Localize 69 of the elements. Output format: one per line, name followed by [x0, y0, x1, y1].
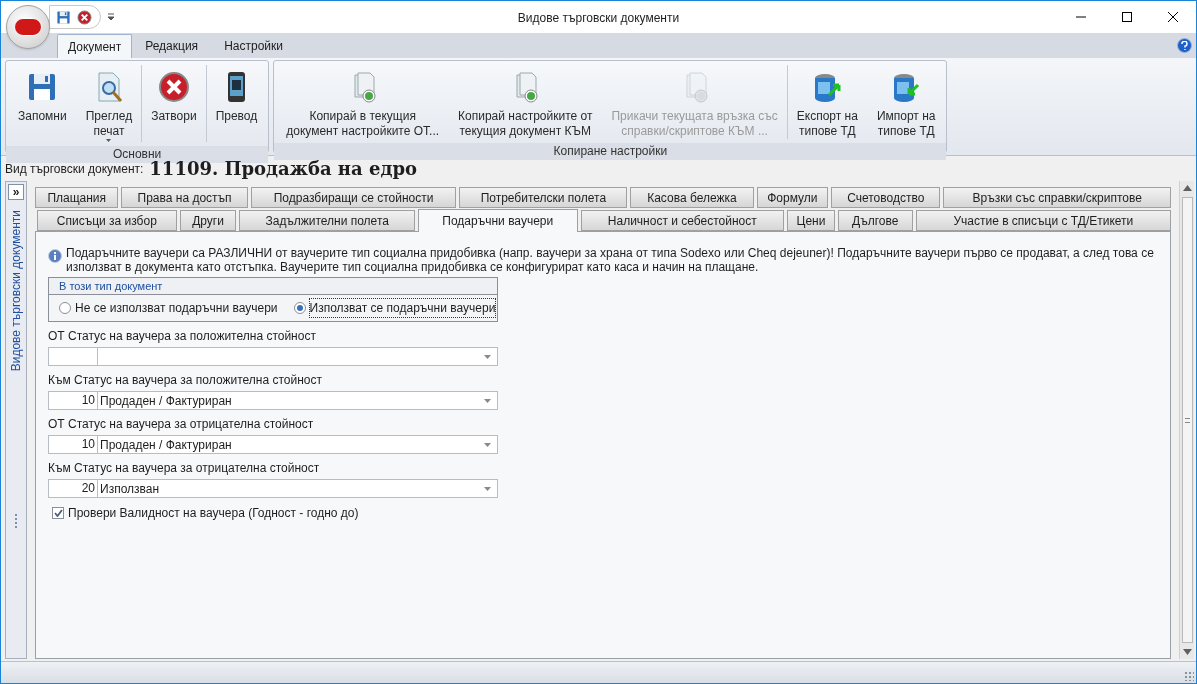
ribbon-button[interactable]: Затвори: [141, 65, 206, 142]
expand-panel-button[interactable]: »: [8, 184, 24, 200]
caret-icon: [106, 139, 112, 142]
scroll-up-icon[interactable]: [1182, 185, 1192, 191]
validity-checkbox-label: Провери Валидност на ваучера (Годност - годно до): [68, 505, 359, 522]
document-type-label: Вид търговски документ:: [5, 160, 144, 178]
dropdown-arrow-icon: [484, 398, 491, 403]
ribbon-tab[interactable]: Редакция: [132, 34, 212, 58]
ribbon-button[interactable]: Превод: [205, 65, 267, 142]
status-code-field[interactable]: 10: [48, 435, 98, 454]
ribbon-button[interactable]: Експорт на типове ТД: [786, 65, 867, 139]
window-title: Видове търговски документи: [517, 10, 680, 27]
ribbon-button[interactable]: Запомни: [8, 65, 76, 142]
grip-icon[interactable]: [14, 514, 18, 528]
status-code-field[interactable]: 10: [48, 391, 98, 410]
tab[interactable]: Подаръчни ваучери: [418, 209, 578, 232]
scroll-down-icon[interactable]: [1182, 649, 1192, 655]
resize-grip-icon[interactable]: [1184, 671, 1194, 681]
ribbon-tab[interactable]: Настройки: [211, 34, 296, 58]
status-code-field[interactable]: 20: [48, 479, 98, 498]
field-label: ОТ Статус на ваучера за отрицателна стойност: [48, 416, 315, 433]
info-text: Подаръчните ваучери са РАЗЛИЧНИ от ваучерите тип социална придобивка (напр. ваучери за храна от типа Sodexo или Cheq dejeuner)! Подаръчните ваучери първо се продават, а след това се използват в документа като отстъпка. Ваучерите тип социална придобивка се конфигурират като каса и начин на плащане.: [66, 246, 1155, 274]
tab[interactable]: Дългове: [837, 210, 913, 231]
field-label: Към Статус на ваучера за отрицателна стойност: [48, 460, 321, 477]
radio-button[interactable]: [293, 302, 306, 314]
tab[interactable]: Формули: [756, 187, 829, 208]
ribbon-button[interactable]: Преглед печат: [75, 65, 142, 142]
radio-button[interactable]: [59, 302, 71, 314]
status-code-field[interactable]: [48, 347, 98, 366]
tab[interactable]: Счетоводство: [831, 187, 941, 208]
ribbon-button[interactable]: Копирай настройките от текущия документ КЪМ: [448, 65, 602, 139]
tab[interactable]: Потребителски полета: [459, 187, 628, 208]
tab[interactable]: Касова бележка: [630, 187, 754, 208]
tab[interactable]: Права на достъп: [121, 187, 248, 208]
status-dropdown[interactable]: Използван: [98, 479, 498, 498]
toolbar-options-icon[interactable]: [107, 13, 115, 21]
ribbon-button[interactable]: Импорт на типове ТД: [866, 65, 945, 139]
tab[interactable]: Задължителни полета: [239, 210, 415, 231]
tab[interactable]: Списъци за избор: [37, 210, 177, 231]
ribbon-tab[interactable]: Документ: [57, 34, 133, 58]
ribbon-group-label: Копиране настройки: [274, 143, 947, 160]
scroll-thumb[interactable]: [1181, 197, 1193, 643]
close-icon[interactable]: [77, 9, 92, 25]
tab[interactable]: Наличност и себестойност: [580, 210, 784, 231]
dropdown-arrow-icon: [484, 354, 491, 359]
radio-label: Използват се подаръчни ваучери: [309, 299, 496, 317]
tab[interactable]: Други: [179, 210, 237, 231]
dropdown-arrow-icon: [484, 442, 491, 447]
status-dropdown[interactable]: Продаден / Фактуриран: [98, 435, 498, 454]
tab[interactable]: Цени: [787, 210, 835, 231]
tab[interactable]: Връзки със справки/скриптове: [943, 187, 1171, 208]
validity-checkbox[interactable]: [52, 507, 64, 519]
help-icon[interactable]: [1177, 38, 1192, 53]
status-dropdown[interactable]: Продаден / Фактуриран: [98, 391, 498, 410]
tab[interactable]: Подразбиращи се стойности: [250, 187, 457, 208]
ribbon-button[interactable]: Копирай в текущия документ настройките ОТ...: [276, 65, 449, 139]
tab[interactable]: Плащания: [35, 187, 119, 208]
vertical-scrollbar[interactable]: [1179, 181, 1194, 659]
radio-label: Не се използват подаръчни ваучери: [75, 300, 278, 317]
save-icon[interactable]: [56, 9, 71, 25]
app-logo-icon[interactable]: [6, 5, 50, 49]
close-icon: [157, 71, 190, 103]
field-label: ОТ Статус на ваучера за положителна стойност: [48, 328, 317, 345]
dropdown-arrow-icon: [484, 486, 491, 491]
info-icon: [48, 249, 62, 263]
field-label: Към Статус на ваучера за положителна стойност: [48, 372, 323, 389]
side-panel-title[interactable]: Видове търговски документи: [7, 210, 25, 372]
tab[interactable]: Участие в списъци с ТД/Етикети: [915, 210, 1171, 231]
groupbox-title: В този тип документ: [49, 278, 497, 295]
